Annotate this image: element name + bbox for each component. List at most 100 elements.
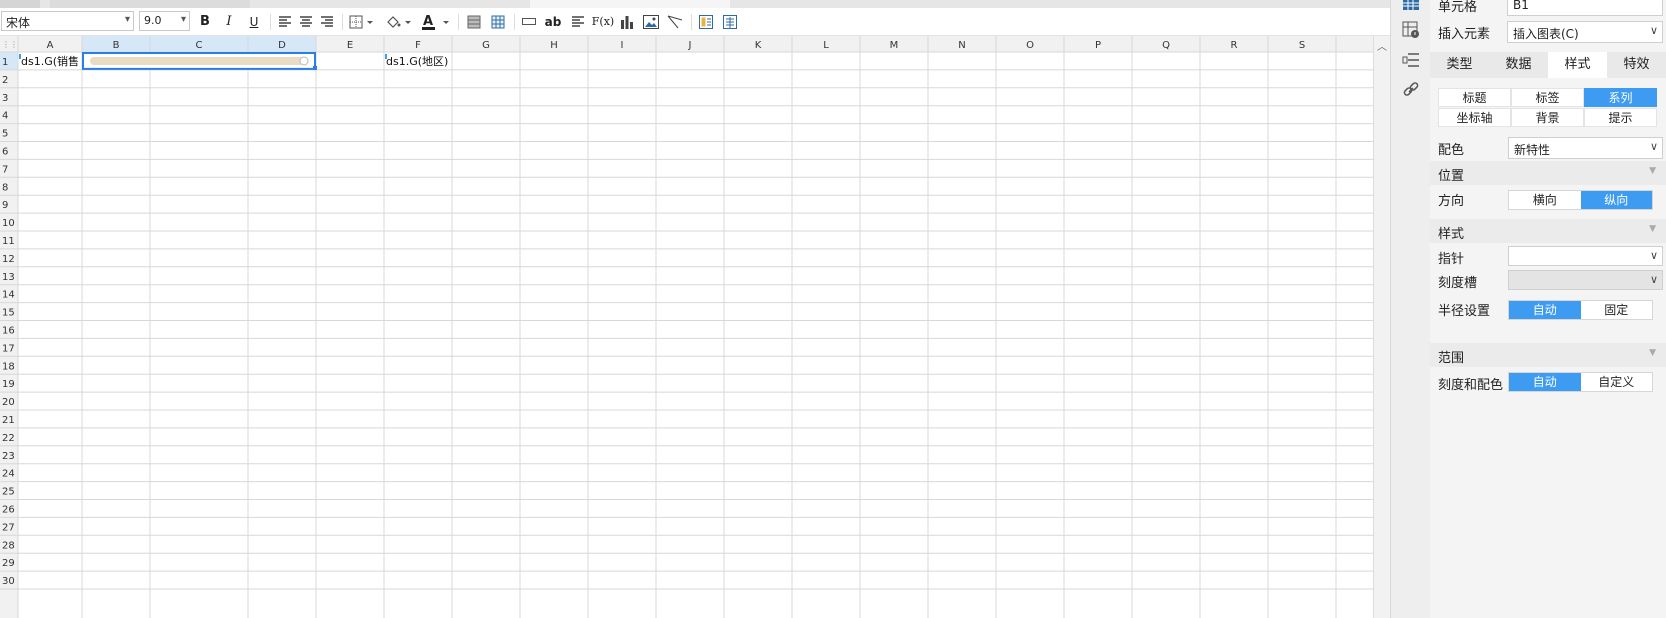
row-header-13[interactable]: 13 (2, 272, 15, 283)
condition-attribute-icon[interactable] (1401, 50, 1421, 70)
radius-fixed[interactable]: 固定 (1581, 301, 1653, 319)
row-header-28[interactable]: 28 (2, 540, 15, 551)
column-header-n[interactable]: N (958, 40, 965, 51)
row-header-30[interactable]: 30 (2, 576, 15, 587)
formula-button[interactable]: F(x) (590, 11, 616, 32)
row-header-21[interactable]: 21 (2, 415, 15, 426)
scale-color-toggle[interactable]: 自动 自定义 (1508, 372, 1653, 392)
row-header-15[interactable]: 15 (2, 308, 15, 319)
subtab-background[interactable]: 背景 (1511, 108, 1584, 127)
column-header-c[interactable]: C (196, 40, 203, 51)
row-header-14[interactable]: 14 (2, 290, 15, 301)
tab-style[interactable]: 样式 (1548, 52, 1607, 78)
fill-handle[interactable] (313, 65, 317, 70)
column-header-i[interactable]: I (621, 40, 624, 51)
tab-data[interactable]: 数据 (1489, 52, 1548, 78)
tab-type[interactable]: 类型 (1430, 52, 1489, 78)
tab-fragment[interactable] (530, 0, 730, 8)
direction-horizontal[interactable]: 横向 (1509, 191, 1581, 209)
row-header-6[interactable]: 6 (2, 147, 8, 158)
align-center-icon[interactable] (297, 11, 315, 32)
subtab-tooltip[interactable]: 提示 (1584, 108, 1657, 127)
column-header-r[interactable]: R (1231, 40, 1238, 51)
row-header-12[interactable]: 12 (2, 254, 15, 265)
cell-field[interactable]: B1 (1507, 0, 1663, 16)
color-scheme-select[interactable]: 新特性 ∨ (1508, 137, 1663, 159)
collapse-icon[interactable]: ▼ (1649, 166, 1656, 176)
subtab-title[interactable]: 标题 (1438, 88, 1511, 107)
freeze-icon[interactable] (464, 11, 484, 32)
column-header-q[interactable]: Q (1162, 40, 1170, 51)
underline-button[interactable]: U (244, 11, 264, 32)
column-header-e[interactable]: E (347, 40, 353, 51)
row-header-19[interactable]: 19 (2, 379, 15, 390)
column-header-b[interactable]: B (113, 40, 120, 51)
collapse-icon[interactable]: ▼ (1649, 224, 1656, 234)
row-header-3[interactable]: 3 (2, 93, 8, 104)
column-header-s[interactable]: S (1299, 40, 1305, 51)
italic-button[interactable]: I (220, 11, 238, 32)
collapse-icon[interactable]: ▼ (1649, 348, 1656, 358)
tab-effects[interactable]: 特效 (1607, 52, 1666, 78)
column-header-p[interactable]: P (1095, 40, 1101, 51)
insert-element-select[interactable]: 插入图表(C) ∨ (1507, 21, 1663, 43)
scroll-up-icon[interactable]: ︿ (1377, 38, 1387, 53)
column-header-m[interactable]: M (890, 40, 899, 51)
text-align-icon[interactable] (568, 11, 588, 32)
row-header-25[interactable]: 25 (2, 487, 15, 498)
fill-color-icon[interactable] (384, 11, 414, 32)
row-header-7[interactable]: 7 (2, 164, 8, 175)
cell-a1-text[interactable]: ds1.G(销售 (21, 54, 79, 68)
font-color-icon[interactable]: A (420, 11, 452, 32)
subtab-series[interactable]: 系列 (1584, 88, 1657, 107)
column-header-g[interactable]: G (482, 40, 490, 51)
sub-report-icon[interactable] (720, 11, 740, 32)
radius-auto[interactable]: 自动 (1509, 301, 1581, 319)
position-section[interactable]: 位置 ▼ (1430, 161, 1666, 185)
direction-toggle[interactable]: 横向 纵向 (1508, 190, 1653, 210)
column-header-j[interactable]: J (688, 40, 692, 51)
hyperlink-icon[interactable] (1401, 80, 1421, 100)
column-header-k[interactable]: K (755, 40, 762, 51)
tab-fragment[interactable] (50, 0, 250, 8)
table-icon[interactable] (488, 11, 508, 32)
row-header-8[interactable]: 8 (2, 182, 8, 193)
tab-fragment[interactable] (0, 0, 40, 8)
row-header-23[interactable]: 23 (2, 451, 15, 462)
image-icon[interactable] (641, 11, 661, 32)
grid-canvas[interactable]: ⋮⋮ A B C D E F G H I J K L M N O P Q R S1234567891011121314… (0, 36, 1373, 618)
row-header-29[interactable]: 29 (2, 558, 15, 569)
border-icon[interactable] (348, 11, 376, 32)
row-header-4[interactable]: 4 (2, 111, 8, 122)
row-header-10[interactable]: 10 (2, 218, 15, 229)
pointer-select[interactable]: ∨ (1508, 246, 1663, 266)
row-header-22[interactable]: 22 (2, 433, 15, 444)
gauge-chart-bar[interactable] (90, 57, 308, 65)
radius-toggle[interactable]: 自动 固定 (1508, 300, 1653, 320)
merge-cell-icon[interactable] (519, 11, 539, 32)
widget-settings-icon[interactable] (1401, 20, 1421, 40)
spreadsheet-grid[interactable]: ⋮⋮ A B C D E F G H I J K L M N O P Q R S 1 2 3 4 5 6 7 8 9 10 11 12 13 14… (0, 36, 1390, 618)
row-header-17[interactable]: 17 (2, 343, 15, 354)
wrap-text-button[interactable]: ab (542, 11, 564, 32)
range-section[interactable]: 范围 ▼ (1430, 343, 1666, 367)
style-section[interactable]: 样式 ▼ (1430, 219, 1666, 243)
cell-f1-text[interactable]: ds1.G(地区) (386, 55, 448, 68)
scale-color-auto[interactable]: 自动 (1509, 373, 1581, 391)
column-header-l[interactable]: L (823, 40, 829, 51)
row-header-11[interactable]: 11 (2, 236, 15, 247)
align-right-icon[interactable] (318, 11, 336, 32)
font-size-select[interactable]: 9.0 ▾ (139, 11, 190, 31)
subtab-axis[interactable]: 坐标轴 (1438, 108, 1511, 127)
row-header-5[interactable]: 5 (2, 129, 8, 140)
row-header-26[interactable]: 26 (2, 505, 15, 516)
cell-attribute-icon[interactable] (1401, 0, 1421, 16)
direction-vertical[interactable]: 纵向 (1580, 191, 1652, 209)
font-family-select[interactable]: 宋体 ▾ (1, 11, 134, 31)
slash-header-icon[interactable] (665, 11, 685, 32)
widget-icon[interactable] (696, 11, 716, 32)
row-header-9[interactable]: 9 (2, 200, 8, 211)
row-header-20[interactable]: 20 (2, 397, 15, 408)
column-header-o[interactable]: O (1026, 40, 1034, 51)
row-header-24[interactable]: 24 (2, 469, 15, 480)
